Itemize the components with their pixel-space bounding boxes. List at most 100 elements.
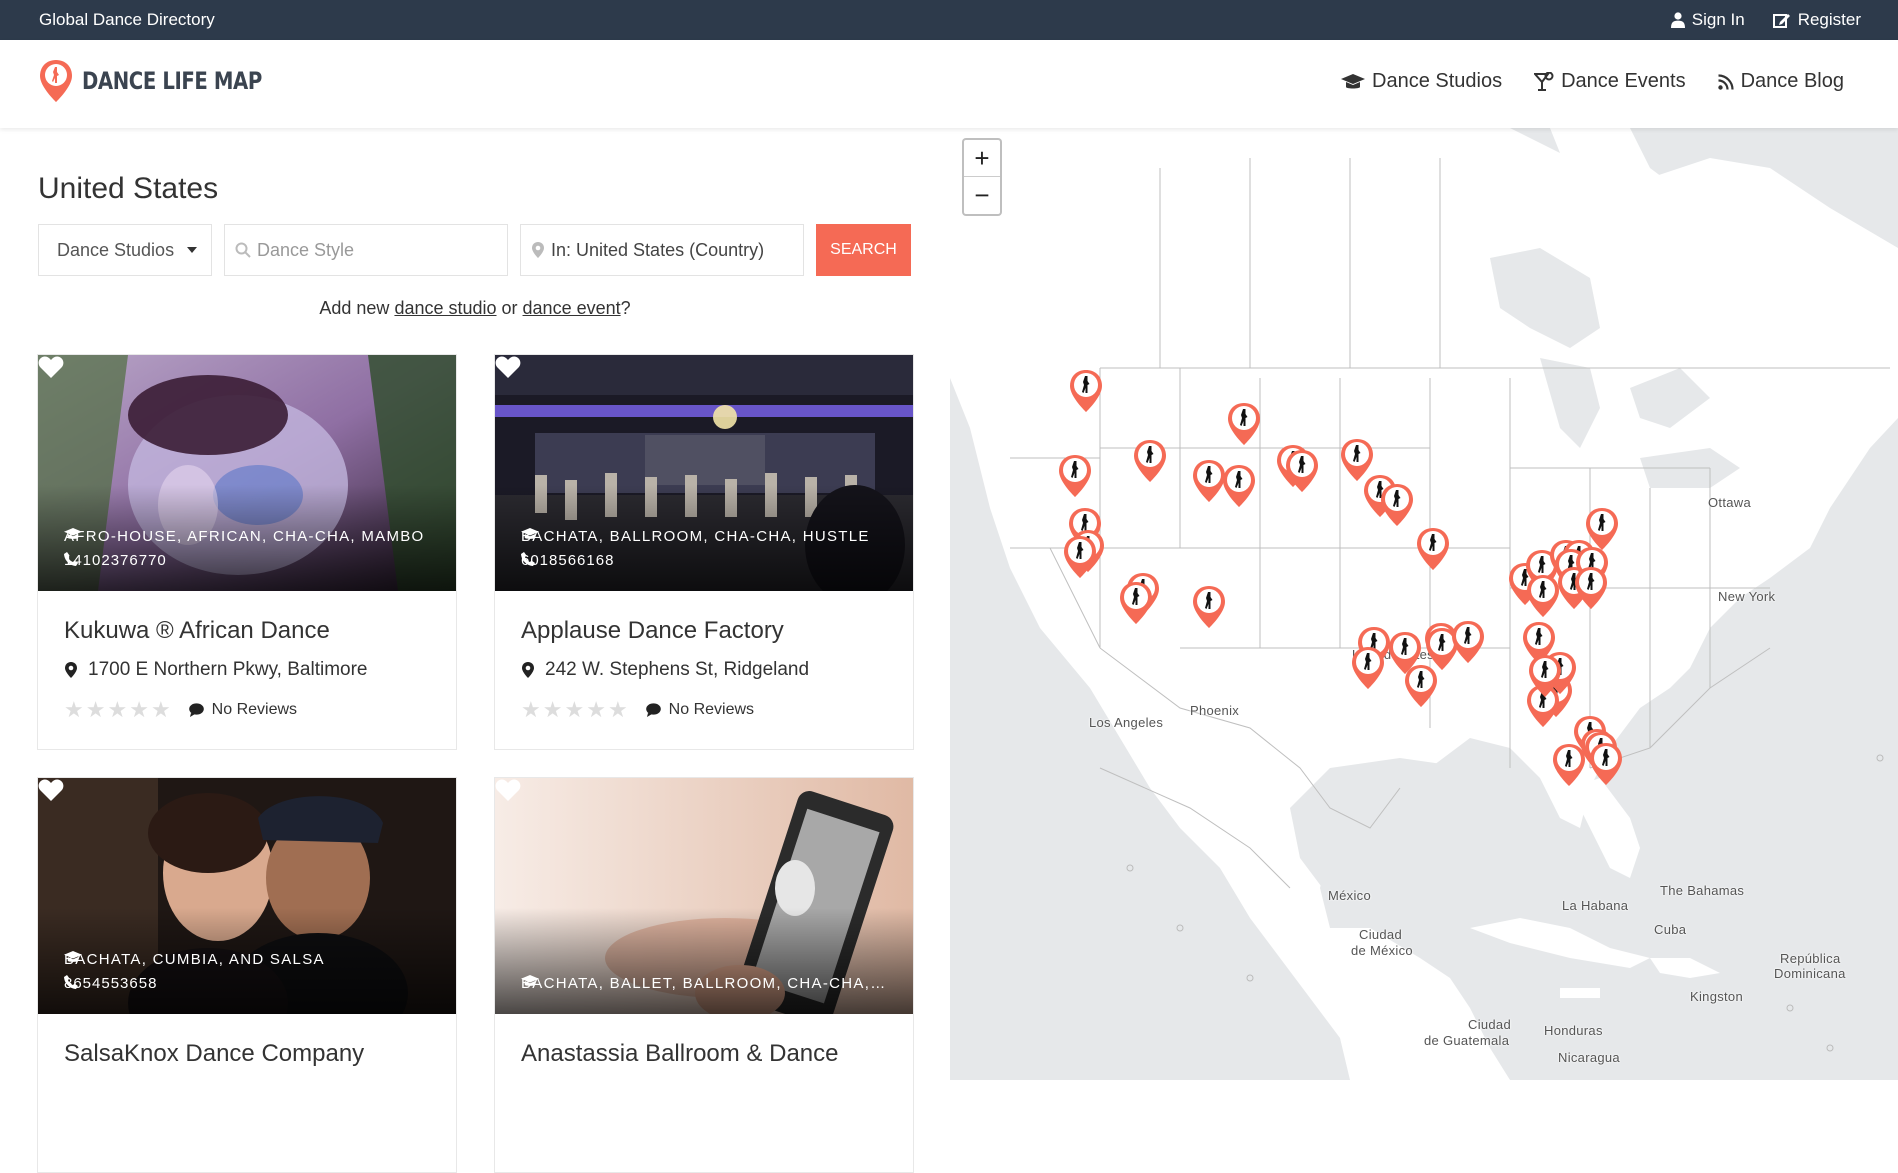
add-studio-link[interactable]: dance studio [394, 298, 496, 318]
map-label-cuba: Cuba [1654, 922, 1687, 937]
register-link[interactable]: Register [1772, 10, 1861, 30]
nav-label: Dance Studios [1372, 70, 1503, 92]
star-icon: ★ [85, 697, 106, 722]
nav-dance-blog[interactable]: Dance Blog [1717, 70, 1844, 93]
listing-card[interactable]: BACHATA, CUMBIA, AND SALSA 8654553658 Sa… [37, 777, 457, 1173]
dance-style-placeholder: Dance Style [257, 239, 355, 260]
dance-studio-marker-icon[interactable] [1191, 584, 1227, 630]
dance-style-input[interactable]: Dance Style [224, 224, 508, 276]
listing-tags: BACHATA, CUMBIA, AND SALSA [64, 951, 429, 968]
map-marker-icon [65, 662, 77, 678]
nav-label: Dance Blog [1740, 70, 1844, 92]
phone-icon [521, 552, 535, 566]
dance-studio-marker-icon[interactable] [1284, 448, 1320, 494]
listing-name[interactable]: Kukuwa ® African Dance [64, 617, 330, 645]
graduation-cap-icon [521, 975, 539, 986]
listing-address: 242 W. Stephens St, Ridgeland [521, 659, 809, 681]
listing-panel: United States Dance Studios Dance Style … [0, 128, 950, 1173]
listing-name[interactable]: Anastassia Ballroom & Dance [521, 1040, 838, 1068]
review-count-text: No Reviews [668, 701, 755, 718]
listing-name[interactable]: Applause Dance Factory [521, 617, 784, 645]
heart-icon[interactable] [38, 778, 64, 802]
review-count[interactable]: No Reviews [188, 701, 297, 719]
dance-studio-marker-icon[interactable] [1573, 565, 1609, 611]
graduation-cap-icon [64, 528, 82, 539]
heart-icon[interactable] [38, 355, 64, 379]
add-new-or: or [496, 298, 523, 318]
search-button[interactable]: SEARCH [816, 224, 911, 276]
location-input[interactable]: In: United States (Country) [520, 224, 804, 276]
listing-card[interactable]: BACHATA, BALLROOM, CHA-CHA, HUSTLE 60185… [494, 354, 914, 750]
map-label-la-habana: La Habana [1562, 898, 1629, 913]
listing-photo[interactable]: AFRO-HOUSE, AFRICAN, CHA-CHA, MAMBO 1410… [38, 355, 456, 591]
listing-tags: BACHATA, BALLROOM, CHA-CHA, HUSTLE [521, 528, 886, 545]
category-select[interactable]: Dance Studios [38, 224, 212, 276]
search-icon [235, 242, 251, 258]
add-new-prefix: Add new [319, 298, 395, 318]
star-icon: ★ [107, 697, 128, 722]
listing-card[interactable]: BACHATA, BALLET, BALLROOM, CHA-CHA, SALS… [494, 777, 914, 1173]
heart-icon[interactable] [495, 355, 521, 379]
review-count[interactable]: No Reviews [645, 701, 755, 719]
nav-dance-events[interactable]: Dance Events [1534, 70, 1686, 93]
listing-tags-text: AFRO-HOUSE, AFRICAN, CHA-CHA, MAMBO [64, 528, 425, 545]
graduation-cap-icon [64, 951, 82, 962]
listing-tags-text: BACHATA, BALLROOM, CHA-CHA, HUSTLE [521, 528, 870, 545]
heart-icon[interactable] [495, 778, 521, 802]
sign-in-link[interactable]: Sign In [1670, 10, 1745, 30]
dance-studio-marker-icon[interactable] [1379, 482, 1415, 528]
dance-studio-marker-icon[interactable] [1132, 438, 1168, 484]
add-new-suffix: ? [620, 298, 631, 318]
listing-photo[interactable]: BACHATA, BALLET, BALLROOM, CHA-CHA, SALS… [495, 778, 913, 1014]
dance-studio-marker-icon[interactable] [1057, 453, 1093, 499]
dance-studio-marker-icon[interactable] [1221, 463, 1257, 509]
map-marker-icon [532, 242, 544, 258]
star-icon: ★ [542, 697, 563, 722]
edit-icon [1772, 14, 1790, 28]
dance-studio-marker-icon[interactable] [1584, 506, 1620, 552]
dance-studio-marker-icon[interactable] [1527, 653, 1563, 699]
listing-address-text: 242 W. Stephens St, Ridgeland [545, 659, 810, 680]
phone-icon [64, 552, 78, 566]
dance-studio-marker-icon[interactable] [1118, 580, 1154, 626]
map-base [950, 128, 1898, 1080]
comment-icon [645, 703, 661, 717]
listing-card[interactable]: AFRO-HOUSE, AFRICAN, CHA-CHA, MAMBO 1410… [37, 354, 457, 750]
star-icon: ★ [150, 697, 171, 722]
sign-in-label: Sign In [1691, 10, 1745, 29]
logo-pin-icon [40, 60, 72, 102]
listing-phone: 6018566168 [521, 552, 614, 569]
star-rating: ★ ★ ★ ★ ★ [64, 697, 171, 723]
map-label-republica-dominicana: República [1780, 951, 1841, 966]
zoom-out-button[interactable]: − [964, 177, 1000, 214]
listing-photo[interactable]: BACHATA, CUMBIA, AND SALSA 8654553658 [38, 778, 456, 1014]
map-label-honduras: Honduras [1544, 1023, 1603, 1038]
zoom-in-button[interactable]: + [964, 140, 1000, 177]
listing-phone: 14102376770 [64, 552, 167, 569]
zoom-control: + − [962, 138, 1002, 216]
listing-name[interactable]: SalsaKnox Dance Company [64, 1040, 364, 1068]
dance-studio-marker-icon[interactable] [1415, 526, 1451, 572]
map-label-the-bahamas: The Bahamas [1660, 883, 1745, 898]
site-logo[interactable]: DANCE LIFE MAP [38, 58, 301, 104]
results-map[interactable]: + − Ottawa New York United States Los An… [950, 128, 1898, 1080]
dance-studio-marker-icon[interactable] [1062, 534, 1098, 580]
listing-photo[interactable]: BACHATA, BALLROOM, CHA-CHA, HUSTLE 60185… [495, 355, 913, 591]
site-name: Global Dance Directory [39, 10, 215, 29]
dance-studio-marker-icon[interactable] [1387, 630, 1423, 676]
listing-tags: BACHATA, BALLET, BALLROOM, CHA-CHA, SALS… [521, 975, 886, 992]
cocktail-icon [1534, 71, 1554, 91]
map-marker-icon [522, 662, 534, 678]
dance-studio-marker-icon[interactable] [1450, 619, 1486, 665]
main-header: DANCE LIFE MAP Dance Studios Dance Event… [0, 40, 1898, 128]
dance-studio-marker-icon[interactable] [1551, 742, 1587, 788]
dance-studio-marker-icon[interactable] [1588, 741, 1624, 787]
logo-text: DANCE LIFE MAP [82, 67, 262, 95]
nav-dance-studios[interactable]: Dance Studios [1341, 70, 1502, 93]
dance-studio-marker-icon[interactable] [1226, 401, 1262, 447]
phone-icon [64, 975, 78, 989]
listing-address: 1700 E Northern Pkwy, Baltimore [64, 659, 368, 681]
add-event-link[interactable]: dance event [523, 298, 621, 318]
dance-studio-marker-icon[interactable] [1350, 645, 1386, 691]
dance-studio-marker-icon[interactable] [1068, 368, 1104, 414]
